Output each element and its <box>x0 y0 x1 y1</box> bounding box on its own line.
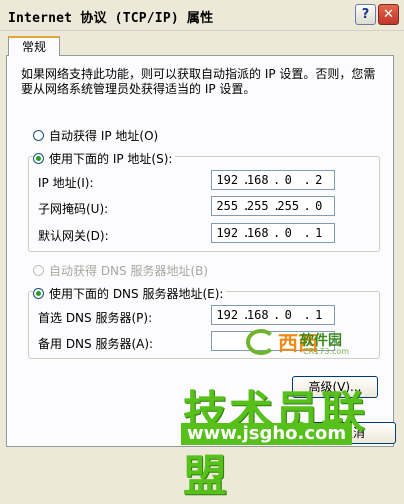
preferred-dns-input[interactable]: 192. 168. 0. 1 <box>211 305 335 325</box>
preferred-dns-label: 首选 DNS 服务器(P): <box>38 311 153 325</box>
ip-address-label: IP 地址(I): <box>38 176 94 190</box>
octet: 0 <box>315 199 323 213</box>
octet: 1 <box>315 308 323 322</box>
close-button[interactable]: ✕ <box>378 4 399 25</box>
manual-ip-radio[interactable]: 使用下面的 IP 地址(S): <box>33 150 176 167</box>
radio-circle-selected[interactable] <box>33 153 44 164</box>
default-gateway-input[interactable]: 192. 168. 0. 1 <box>211 223 335 243</box>
auto-ip-label: 自动获得 IP 地址(O) <box>49 129 159 143</box>
subnet-mask-label: 子网掩码(U): <box>38 202 109 216</box>
default-gateway-label: 默认网关(D): <box>38 229 109 243</box>
octet: 192 <box>216 173 239 187</box>
watermark-url: www.jsgho.com <box>181 423 353 445</box>
octet: 2 <box>315 173 323 187</box>
window-title: Internet 协议 (TCP/IP) 属性 <box>8 11 214 26</box>
radio-circle[interactable] <box>33 130 44 141</box>
tab-general[interactable]: 常规 <box>8 36 60 56</box>
octet: 255 <box>277 199 300 213</box>
octet: 168 <box>246 226 269 240</box>
radio-circle-disabled <box>33 265 44 276</box>
octet: 255 <box>216 199 239 213</box>
subnet-mask-input[interactable]: 255. 255. 255. 0 <box>211 196 335 216</box>
octet: 0 <box>284 173 292 187</box>
octet: 192 <box>216 308 239 322</box>
manual-dns-radio[interactable]: 使用下面的 DNS 服务器地址(E): <box>33 285 227 302</box>
octet: 168 <box>246 173 269 187</box>
auto-dns-radio[interactable]: 自动获得 DNS 服务器地址(B) <box>33 262 208 279</box>
description-text: 如果网络支持此功能，则可以获取自动指派的 IP 设置。否则，您需要从网络系统管理… <box>21 67 376 96</box>
ip-address-input[interactable]: 192. 168. 0. 2 <box>211 170 335 190</box>
octet: 255 <box>246 199 269 213</box>
octet: 168 <box>246 308 269 322</box>
alternate-dns-label: 备用 DNS 服务器(A): <box>38 337 154 351</box>
logo-small-text: CR173.com <box>303 347 350 356</box>
auto-ip-radio[interactable]: 自动获得 IP 地址(O) <box>33 127 158 144</box>
octet: 192 <box>216 226 239 240</box>
help-button[interactable]: ? <box>355 4 376 25</box>
radio-circle-selected[interactable] <box>33 288 44 299</box>
octet: 0 <box>284 308 292 322</box>
auto-dns-label: 自动获得 DNS 服务器地址(B) <box>49 264 209 278</box>
octet: 0 <box>284 226 292 240</box>
octet: 1 <box>315 226 323 240</box>
title-bar: Internet 协议 (TCP/IP) 属性 ? ✕ <box>0 0 404 31</box>
manual-ip-label: 使用下面的 IP 地址(S): <box>49 152 173 166</box>
manual-dns-label: 使用下面的 DNS 服务器地址(E): <box>49 287 224 301</box>
logo-ring-icon <box>246 328 276 355</box>
